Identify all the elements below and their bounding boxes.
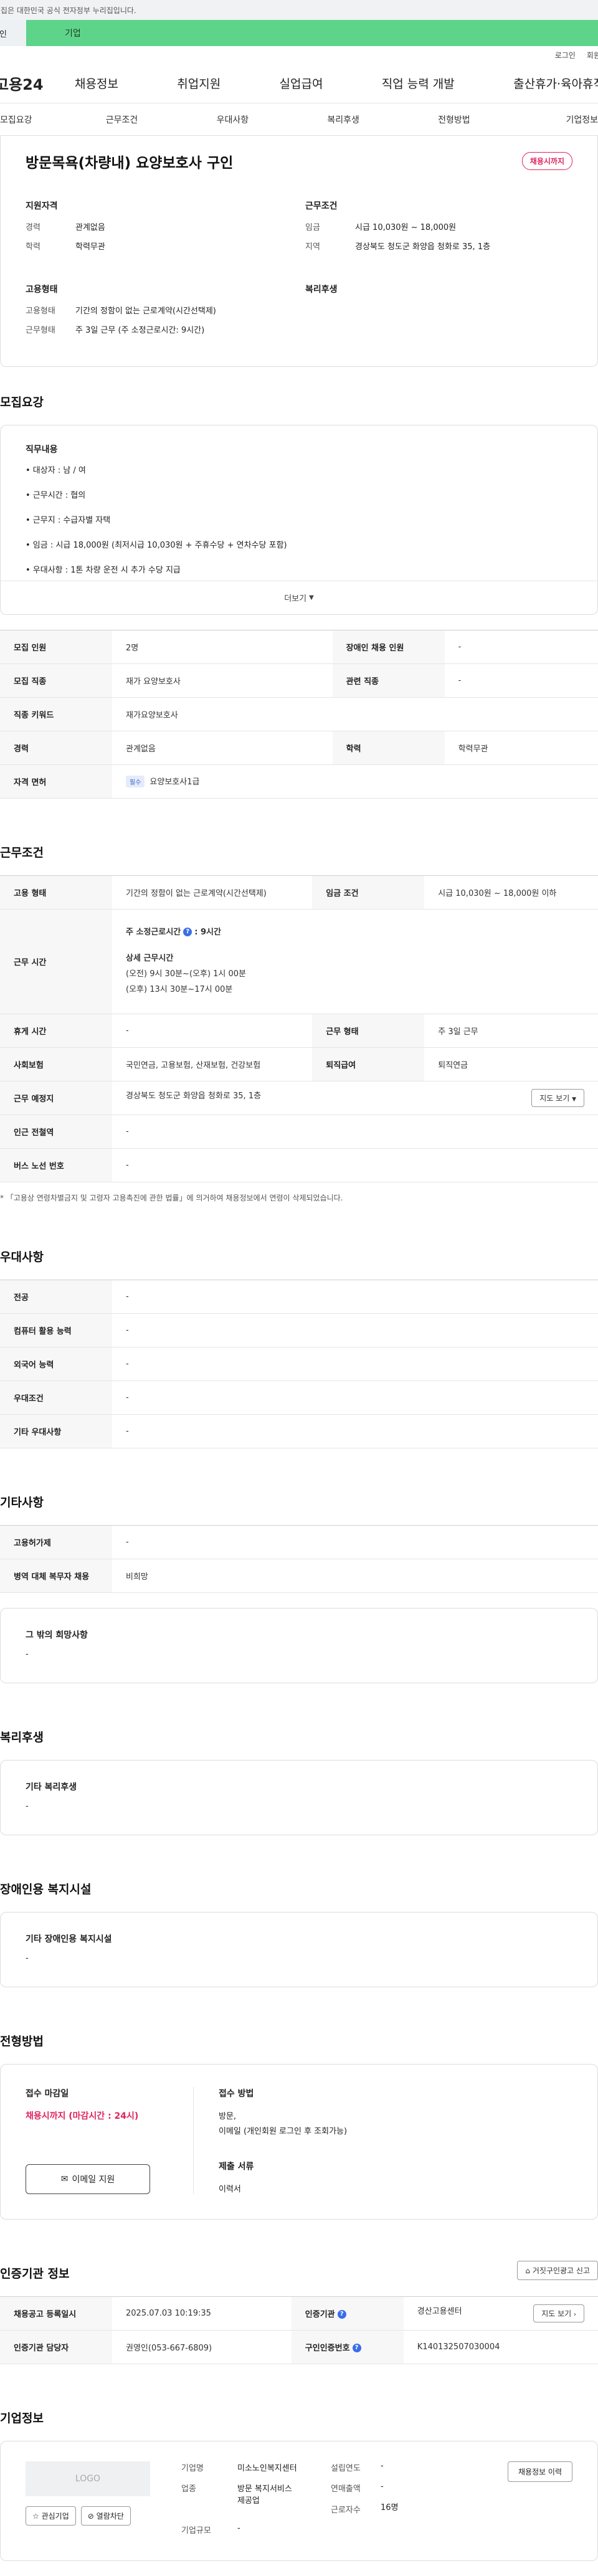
table-row: 컴퓨터 활용 능력 - bbox=[0, 1313, 598, 1347]
table-row: 고용허가제 - bbox=[0, 1524, 598, 1559]
menu-unemployment[interactable]: 실업급여 bbox=[280, 75, 323, 92]
anchor-prefer[interactable]: 우대사항 bbox=[177, 113, 288, 126]
age-footnote: * 「고용상 연령차별금지 및 고령자 고용촉진에 관한 법률」에 의거하여 채… bbox=[0, 1193, 343, 1202]
table-row: 기타 우대사항 - bbox=[0, 1414, 598, 1448]
prefer-section-title: 우대사항 bbox=[0, 1250, 44, 1264]
mail-icon: ✉ bbox=[60, 2174, 69, 2184]
job-line: • 임금 : 시급 18,000원 (최저시급 10,030원 + 주휴수당 +… bbox=[26, 541, 287, 551]
process-card: 접수 마감일 채용시까지 (마감시간 : 24시) ✉ 이메일 지원 접수 방법 … bbox=[0, 2063, 598, 2220]
company-section-title: 기업정보 bbox=[0, 2411, 44, 2425]
chevron-down-icon: ▼ bbox=[309, 594, 314, 601]
company-card: LOGO ☆ 관심기업 ⊘ 열람차단 기업명 미소노인복지센터 설립연도 - 업종 방… bbox=[0, 2440, 598, 2561]
block-icon: ⊘ bbox=[87, 2511, 94, 2521]
map-button[interactable]: 지도 보기 ▼ bbox=[531, 1088, 584, 1107]
report-fake-ad-button[interactable]: ⌂ 거짓구인광고 신고 bbox=[517, 2260, 598, 2280]
chevron-down-icon: ▼ bbox=[572, 1096, 576, 1103]
etc-section-title: 기타사항 bbox=[0, 1495, 44, 1509]
recruit-section: 모집요강 직무내용 • 대상자 : 남 / 여 • 근무시간 : 협의 • 근무… bbox=[0, 393, 598, 799]
gov-banner: 이 누리집은 대한민국 공식 전자정부 누리집입니다. bbox=[0, 0, 598, 20]
anchor-welfare[interactable]: 복리후생 bbox=[288, 113, 399, 126]
company-logo: LOGO bbox=[26, 2461, 150, 2496]
recruit-section-title: 모집요강 bbox=[0, 395, 44, 409]
recruit-table: 모집 인원 2명 장애인 채용 인원 - 모집 직종 재가 요양보호사 관련 직… bbox=[0, 629, 598, 799]
disabled-facility-section-title: 장애인용 복지시설 bbox=[0, 1882, 92, 1896]
summary-welfare: 복리후생 bbox=[305, 284, 338, 295]
summary-employment: 고용형태 고용형태 기간의 정함이 없는 근로계약(시간선택제) 근무형태 주 3일… bbox=[26, 284, 216, 335]
menu-training[interactable]: 직업 능력 개발 bbox=[382, 75, 455, 92]
email-apply-button[interactable]: ✉ 이메일 지원 bbox=[26, 2164, 150, 2194]
table-row: 병역 대체 복무자 채용 비희망 bbox=[0, 1559, 598, 1593]
anchor-nav: 모집요강 근무조건 우대사항 복리후생 전형방법 기업정보 bbox=[0, 103, 598, 136]
table-row: 우대조건 - bbox=[0, 1381, 598, 1415]
info-icon[interactable]: ? bbox=[183, 928, 192, 937]
work-section: 근무조건 고용 형태 기간의 정함이 없는 근로계약(시간선택제) 임금 조건 … bbox=[0, 844, 598, 1203]
recruit-history-button[interactable]: 채용정보 이력 bbox=[507, 2461, 572, 2482]
site-logo[interactable]: 고용24 bbox=[0, 72, 75, 94]
tab-business[interactable]: 기업 bbox=[26, 20, 598, 46]
job-title: 방문목욕(차량내) 요양보호사 구인 bbox=[26, 155, 234, 171]
job-line: • 대상자 : 남 / 여 bbox=[26, 465, 86, 475]
agency-table: 채용공고 등록일시 2025.07.03 10:19:35 인증기관? 경산고용… bbox=[0, 2296, 598, 2364]
job-line: • 근무시간 : 협의 bbox=[26, 490, 86, 500]
summary-conditions: 근무조건 임금 시급 10,030원 ~ 18,000원 지역 경상북도 청도군 화… bbox=[305, 201, 491, 252]
welfare-section: 복리후생 기타 복리후생 - bbox=[0, 1728, 598, 1835]
process-section: 전형방법 접수 마감일 채용시까지 (마감시간 : 24시) ✉ 이메일 지원 접… bbox=[0, 2032, 598, 2220]
etc-section: 기타사항 고용허가제 - 병역 대체 복무자 채용 비희망 그 밖의 희망사항 - bbox=[0, 1493, 598, 1683]
welfare-section-title: 복리후생 bbox=[0, 1730, 44, 1744]
anchor-company[interactable]: 기업정보 bbox=[510, 113, 598, 126]
company-section: 기업정보 LOGO ☆ 관심기업 ⊘ 열람차단 기업명 미소노인복지센터 설립연도… bbox=[0, 2409, 598, 2561]
agency-section-title: 인증기관 정보 bbox=[0, 2266, 70, 2281]
main-menu: 채용정보 취업지원 실업급여 직업 능력 개발 출산휴가·육아휴직 bbox=[75, 75, 598, 92]
prefer-table: 전공 - 컴퓨터 활용 능력 - 외국어 능력 - 우대조건 - 기타 우대사항 - bbox=[0, 1279, 598, 1448]
block-view-button[interactable]: ⊘ 열람차단 bbox=[80, 2506, 131, 2526]
menu-employment-support[interactable]: 취업지원 bbox=[177, 75, 221, 92]
anchor-work[interactable]: 근무조건 bbox=[67, 113, 178, 126]
process-section-title: 전형방법 bbox=[0, 2034, 44, 2048]
deadline-text: 채용시까지 (마감시간 : 24시) bbox=[26, 2111, 139, 2121]
info-icon[interactable]: ? bbox=[337, 2310, 346, 2319]
job-line: • 우대사항 : 1톤 차량 운전 시 추가 수당 지급 bbox=[26, 566, 181, 576]
agency-map-button[interactable]: 지도 보기 › bbox=[533, 2304, 584, 2322]
job-line: • 근무지 : 수급자별 자택 bbox=[26, 515, 111, 525]
info-icon[interactable]: ? bbox=[352, 2344, 361, 2353]
table-row: 전공 - bbox=[0, 1279, 598, 1314]
prefer-section: 우대사항 전공 - 컴퓨터 활용 능력 - 외국어 능력 - 우대조건 - 기타 우대사… bbox=[0, 1248, 598, 1448]
member-type-tabs: 개인 기업 bbox=[0, 20, 598, 46]
job-description-card: 직무내용 • 대상자 : 남 / 여 • 근무시간 : 협의 • 근무지 : 수… bbox=[0, 424, 598, 615]
summary-card: 방문목욕(차량내) 요양보호사 구인 채용시까지 지원자격 경력 관계없음 학력 학… bbox=[0, 136, 598, 367]
utility-bar: 로그인 회원가입 bbox=[0, 46, 598, 64]
company-info-grid: 기업명 미소노인복지센터 설립연도 - 업종 방문 복지서비스 제공업 연매출액 근로자수… bbox=[181, 2461, 399, 2536]
anchor-process[interactable]: 전형방법 bbox=[399, 113, 510, 126]
home-icon: ⌂ bbox=[525, 2266, 531, 2275]
disabled-facility-card: 기타 장애인용 복지시설 - bbox=[0, 1911, 598, 1987]
signup-link[interactable]: 회원가입 bbox=[587, 50, 598, 60]
agency-section: 인증기관 정보 ⌂ 거짓구인광고 신고 채용공고 등록일시 2025.07.03… bbox=[0, 2260, 598, 2364]
star-icon: ☆ bbox=[32, 2511, 39, 2521]
tab-person[interactable]: 개인 bbox=[0, 20, 26, 46]
etc-table: 고용허가제 - 병역 대체 복무자 채용 비희망 bbox=[0, 1524, 598, 1593]
chevron-right-icon: › bbox=[574, 2311, 576, 2318]
menu-leave[interactable]: 출산휴가·육아휴직 bbox=[513, 75, 598, 92]
more-button[interactable]: 더보기 ▼ bbox=[1, 580, 597, 614]
required-badge: 필수 bbox=[126, 776, 145, 787]
login-link[interactable]: 로그인 bbox=[555, 50, 576, 60]
work-section-title: 근무조건 bbox=[0, 845, 44, 860]
work-table: 고용 형태 기간의 정함이 없는 근로계약(시간선택제) 임금 조건 시급 10… bbox=[0, 875, 598, 1182]
other-wishes-card: 그 밖의 희망사항 - bbox=[0, 1607, 598, 1683]
deadline-badge: 채용시까지 bbox=[521, 152, 572, 170]
global-nav: 고용24 채용정보 취업지원 실업급여 직업 능력 개발 출산휴가·육아휴직 bbox=[0, 64, 598, 103]
menu-jobs[interactable]: 채용정보 bbox=[75, 75, 118, 92]
welfare-card: 기타 복리후생 - bbox=[0, 1759, 598, 1835]
disabled-facility-section: 장애인용 복지시설 기타 장애인용 복지시설 - bbox=[0, 1880, 598, 1987]
table-row: 외국어 능력 - bbox=[0, 1347, 598, 1381]
favorite-company-button[interactable]: ☆ 관심기업 bbox=[26, 2506, 76, 2526]
anchor-recruit[interactable]: 모집요강 bbox=[0, 113, 67, 126]
summary-qualification: 지원자격 경력 관계없음 학력 학력무관 bbox=[26, 201, 105, 252]
